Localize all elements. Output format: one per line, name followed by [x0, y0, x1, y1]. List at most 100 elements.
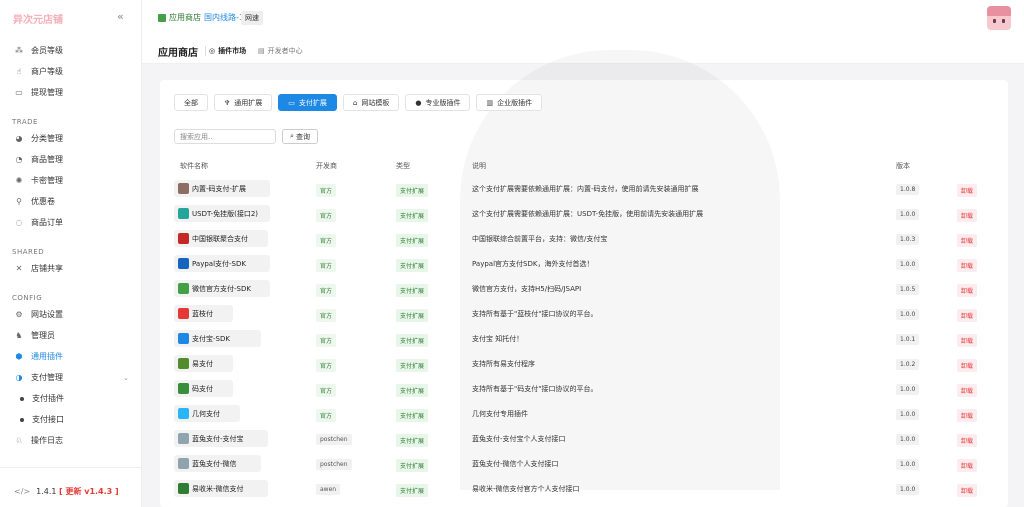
table-row[interactable]: 易支付 官方 支付扩展 支持所有易支付程序 1.0.2 卸载	[160, 351, 1008, 376]
store-line-selector[interactable]: 应用商店 国内线路-1 ⌄	[158, 12, 253, 23]
search-input[interactable]: 搜索应用..	[174, 129, 276, 144]
table-row[interactable]: 蓝兔支付-支付宝 postchen 支付扩展 蓝兔支付-支付宝个人支付接口 1.0.0 卸…	[160, 426, 1008, 451]
sidebar-item-coupon[interactable]: ⚲ 优惠卷	[0, 191, 141, 212]
uninstall-button[interactable]: 卸载	[957, 259, 978, 272]
update-link[interactable]: [ 更新 v1.4.3 ]	[59, 487, 119, 496]
sidebar-item-label: 商品管理	[31, 155, 63, 164]
table-row[interactable]: 易收米-微信支付 awen 支付扩展 易收米-微信支付官方个人支付接口 1.0.0 卸载	[160, 476, 1008, 501]
uninstall-button[interactable]: 卸载	[957, 359, 978, 372]
sidebar-item-cards[interactable]: ✺ 卡密管理	[0, 170, 141, 191]
market-icon: ◎	[209, 47, 216, 55]
uninstall-button[interactable]: 卸载	[957, 284, 978, 297]
developer-badge: 官方	[316, 309, 337, 322]
sidebar-item-shop-share[interactable]: ✕ 店铺共享	[0, 258, 141, 279]
uninstall-button[interactable]: 卸载	[957, 484, 978, 497]
chevron-down-icon: ⌄	[123, 373, 129, 382]
plugin-description: 支持所有基于"蓝枝付"接口协议的平台。	[472, 310, 598, 318]
table-row[interactable]: 支付宝-SDK 官方 支付扩展 支付宝 知托付！ 1.0.1 卸载	[160, 326, 1008, 351]
uninstall-button[interactable]: 卸载	[957, 334, 978, 347]
col-header-version: 版本	[896, 162, 910, 170]
sidebar-item-category[interactable]: ◕ 分类管理	[0, 128, 141, 149]
table-row[interactable]: Paypal支付-SDK 官方 支付扩展 Paypal官方支付SDK，海外支付首选！ 1…	[160, 251, 1008, 276]
plugin-name: 中国银联聚合支付	[192, 235, 248, 243]
sidebar-item-goods[interactable]: ◔ 商品管理	[0, 149, 141, 170]
bullet-icon	[20, 417, 24, 422]
sidebar-item-site-settings[interactable]: ⚙ 网站设置	[0, 304, 141, 325]
uninstall-button[interactable]: 卸载	[957, 434, 978, 447]
plugin-name: 易支付	[192, 360, 213, 368]
table-row[interactable]: USDT-免挂版(接口2) 官方 支付扩展 这个支付扩展需要依赖通用扩展：USDT-免…	[160, 201, 1008, 226]
plugin-name: 蓝枝付	[192, 310, 213, 318]
table-row[interactable]: 微信官方支付-SDK 官方 支付扩展 微信官方支付，支持H5/扫码/JSAPI 1.0.…	[160, 276, 1008, 301]
uninstall-button[interactable]: 卸载	[957, 184, 978, 197]
sidebar-item-merchant-level[interactable]: ☝ 商户等级	[0, 61, 141, 82]
sidebar-item-label: 通用插件	[31, 352, 63, 361]
cluster-icon: ⁂	[15, 46, 23, 55]
tab-plugin-market[interactable]: ◎ 插件市场	[209, 46, 246, 56]
filter-enterprise[interactable]: ▥ 企业版插件	[476, 94, 543, 111]
plugin-logo-icon	[178, 433, 189, 444]
type-badge: 支付扩展	[396, 409, 429, 422]
sidebar-item-plugins[interactable]: ⬢ 通用插件	[0, 346, 141, 367]
uninstall-button[interactable]: 卸载	[957, 209, 978, 222]
sidebar-item-payment-api[interactable]: 支付接口	[0, 409, 141, 430]
tab-label: 开发者中心	[267, 47, 303, 55]
table-row[interactable]: 几何支付 官方 支付扩展 几何支付专用插件 1.0.0 卸载	[160, 401, 1008, 426]
tab-developer-center[interactable]: ▤ 开发者中心	[258, 46, 303, 56]
table-row[interactable]: 蓝枝付 官方 支付扩展 支持所有基于"蓝枝付"接口协议的平台。 1.0.0 卸载	[160, 301, 1008, 326]
plugin-name: 蓝兔支付-支付宝	[192, 435, 244, 443]
developer-badge: 官方	[316, 234, 337, 247]
sidebar-item-payment-plugins[interactable]: 支付插件	[0, 388, 141, 409]
line-label: 国内线路-1	[204, 13, 244, 22]
search-button[interactable]: ⌕ 查询	[282, 129, 318, 144]
sidebar-item-member-level[interactable]: ⁂ 会员等级	[0, 40, 141, 61]
uninstall-button[interactable]: 卸载	[957, 409, 978, 422]
filter-payment[interactable]: ▭ 支付扩展	[278, 94, 337, 111]
uninstall-button[interactable]: 卸载	[957, 234, 978, 247]
brand-logo[interactable]: 异次元店铺	[13, 11, 63, 26]
avatar[interactable]	[987, 6, 1011, 30]
avatar-eye	[1002, 19, 1005, 23]
table-row[interactable]: 蓝兔支付-微信 postchen 支付扩展 蓝兔支付-微信个人支付接口 1.0.0 卸载	[160, 451, 1008, 476]
uninstall-button[interactable]: 卸载	[957, 384, 978, 397]
plugin-description: Paypal官方支付SDK，海外支付首选！	[472, 260, 594, 268]
sidebar-nav: ⁂ 会员等级 ☝ 商户等级 ▭ 提现管理 TRADE ◕ 分类管理 ◔ 商品管理 ✺ 卡密管…	[0, 40, 141, 451]
topbar: 应用商店 国内线路-1 ⌄ 网速	[142, 0, 1024, 36]
developer-badge: 官方	[316, 209, 337, 222]
developer-badge: 官方	[316, 334, 337, 347]
pro-icon: ●	[415, 98, 422, 107]
developer-badge: 官方	[316, 184, 337, 197]
type-badge: 支付扩展	[396, 259, 429, 272]
sidebar-item-label: 支付接口	[32, 415, 64, 424]
table-row[interactable]: 内置-码支付-扩展 官方 支付扩展 这个支付扩展需要依赖通用扩展：内置-码支付，使用前…	[160, 176, 1008, 201]
sidebar-item-logs[interactable]: ♘ 操作日志	[0, 430, 141, 451]
filter-general[interactable]: ♆ 通用扩展	[214, 94, 273, 111]
plug-icon: ♆	[224, 98, 231, 107]
table-row[interactable]: 中国银联聚合支付 官方 支付扩展 中国银联综合前置平台，支持：微信/支付宝 1.0.3 卸…	[160, 226, 1008, 251]
collapse-sidebar-icon[interactable]: «	[117, 10, 124, 23]
plugin-description: 蓝兔支付-微信个人支付接口	[472, 460, 559, 468]
order-icon: ◌	[15, 218, 23, 227]
section-shared: SHARED	[12, 248, 45, 256]
filter-all[interactable]: 全部	[174, 94, 208, 111]
goods-icon: ◔	[15, 155, 23, 164]
plugin-logo-icon	[178, 183, 189, 194]
uninstall-button[interactable]: 卸载	[957, 309, 978, 322]
avatar-hair	[987, 6, 1011, 16]
pointer-icon: ☝	[16, 67, 22, 76]
uninstall-button[interactable]: 卸载	[957, 459, 978, 472]
sidebar-item-orders[interactable]: ◌ 商品订单	[0, 212, 141, 233]
plugin-description: 中国银联综合前置平台，支持：微信/支付宝	[472, 235, 608, 243]
net-speed-button[interactable]: 网速	[241, 11, 263, 25]
sidebar-item-admin[interactable]: ♞ 管理员	[0, 325, 141, 346]
sidebar-item-withdraw[interactable]: ▭ 提现管理	[0, 82, 141, 103]
section-config: CONFIG	[12, 294, 43, 302]
plugin-card: 全部 ♆ 通用扩展 ▭ 支付扩展 ⌂ 网站模板 ● 专业版插件 ▥ 企业版插件 搜索应用.…	[160, 80, 1008, 507]
table-row[interactable]: 码支付 官方 支付扩展 支持所有基于"码支付"接口协议的平台。 1.0.0 卸载	[160, 376, 1008, 401]
sidebar-item-payment[interactable]: ◑ 支付管理 ⌄	[0, 367, 141, 388]
filter-template[interactable]: ⌂ 网站模板	[342, 94, 400, 111]
store-label: 应用商店	[169, 13, 201, 22]
admin-icon: ♞	[15, 331, 23, 340]
version-badge: 1.0.8	[896, 184, 920, 195]
filter-pro[interactable]: ● 专业版插件	[405, 94, 471, 111]
